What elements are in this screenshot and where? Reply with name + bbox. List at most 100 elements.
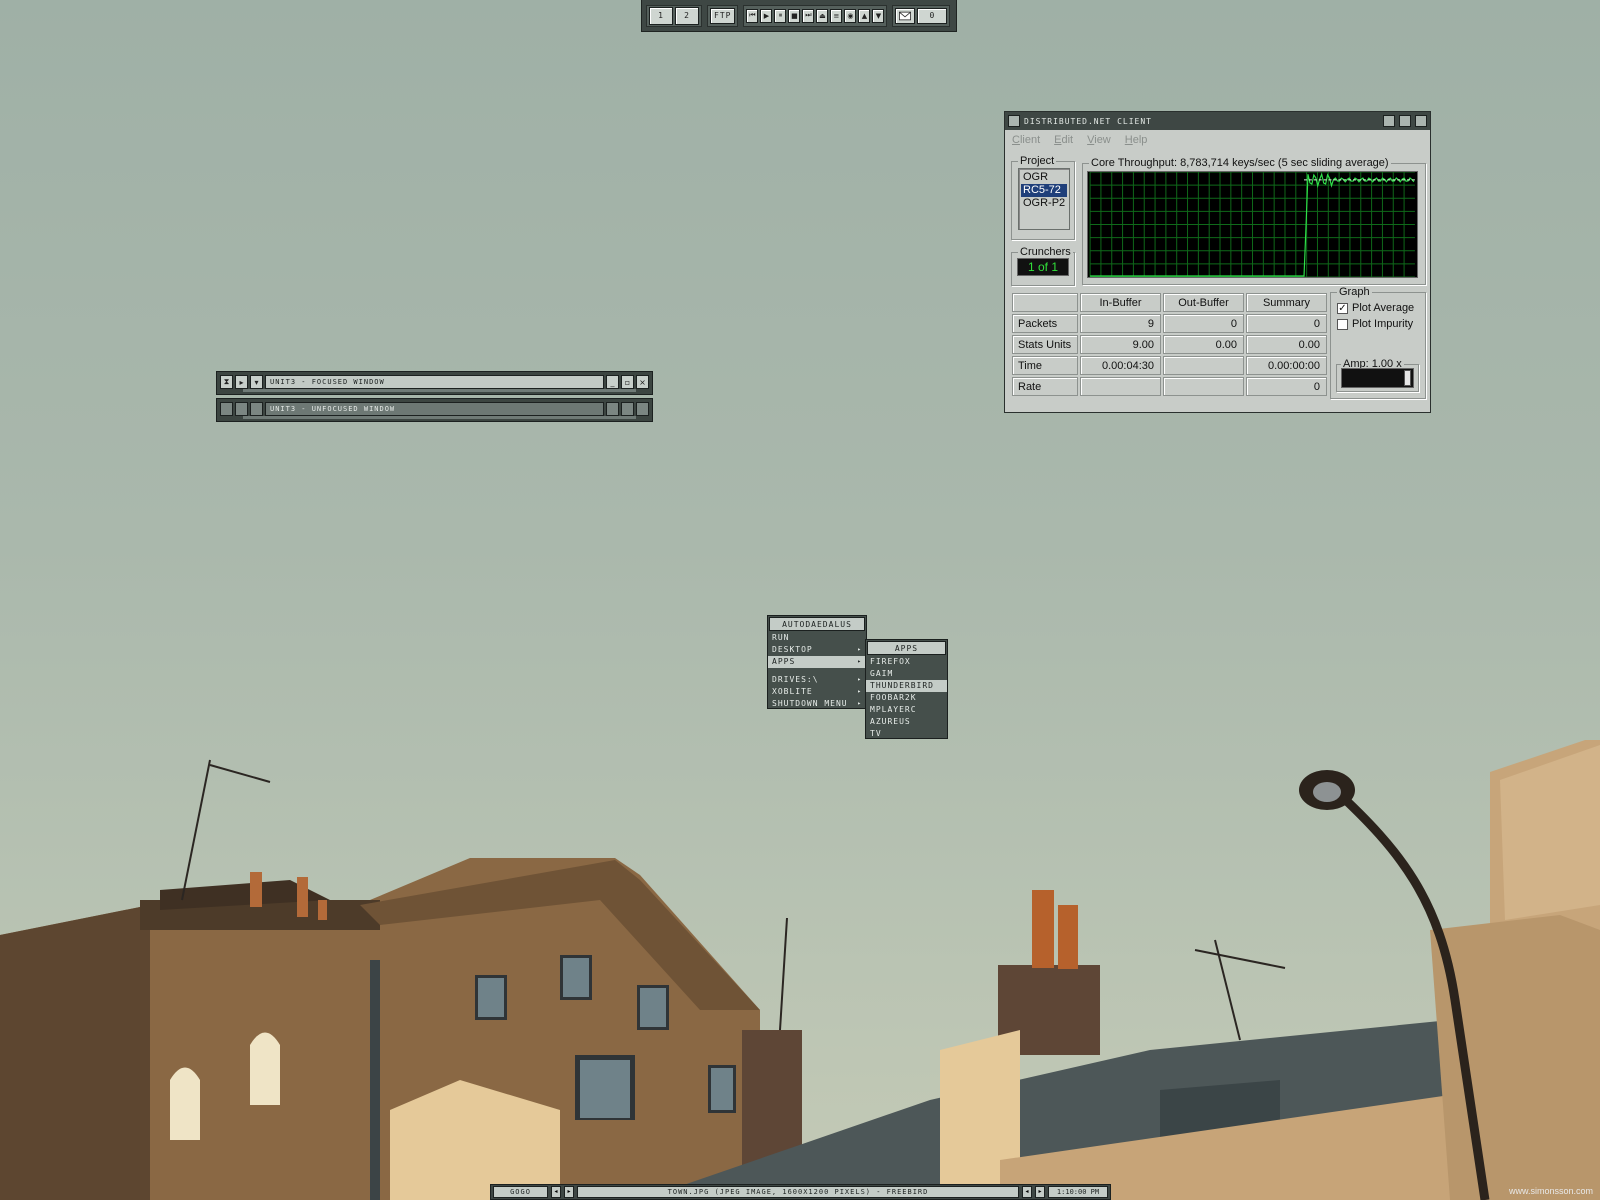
window-title[interactable]: unit3 - unfocused window — [265, 402, 604, 416]
menu-item-run[interactable]: Run — [768, 632, 866, 644]
clock: 1:10:00 PM — [1048, 1186, 1108, 1198]
menu-item-firefox[interactable]: Firefox — [866, 656, 947, 668]
menu-item-label: Drives:\ — [772, 675, 819, 684]
plot-average-label: Plot Average — [1352, 302, 1415, 314]
pause-icon[interactable]: ⏸ — [774, 8, 787, 23]
plot-impurity-checkbox[interactable] — [1337, 318, 1348, 330]
cell-value: 9.00 — [1080, 335, 1161, 354]
workspace-label[interactable]: GoGo — [493, 1186, 548, 1198]
workspace-2-button[interactable]: 2 — [675, 6, 699, 25]
submenu-arrow-icon: ▸ — [857, 676, 862, 683]
cell-value: 9 — [1080, 314, 1161, 333]
menu-item-xoblite[interactable]: xoblite ▸ — [768, 686, 866, 698]
window-title[interactable]: unit3 - focused window — [265, 375, 604, 389]
maximize-icon[interactable]: ▫ — [621, 375, 634, 389]
ftp-button[interactable]: FTP — [710, 7, 736, 24]
next-icon[interactable]: ⏭ — [802, 8, 815, 23]
minimize-icon[interactable]: _ — [606, 375, 619, 389]
menu-item-tv[interactable]: TV — [866, 728, 947, 740]
menu-item-gaim[interactable]: Gaim — [866, 668, 947, 680]
menu-item-mplayerc[interactable]: MPlayerC — [866, 704, 947, 716]
crunchers-value: 1 of 1 — [1017, 258, 1069, 276]
window-resize-bar[interactable] — [243, 416, 636, 419]
previous-icon[interactable]: ⏮ — [746, 8, 759, 23]
root-menu-title: autoDaedalus — [769, 617, 865, 631]
active-task-button[interactable]: town.jpg (JPEG Image, 1600x1200 pixels) … — [577, 1186, 1019, 1198]
dnet-titlebar[interactable]: distributed.net client — [1005, 112, 1430, 130]
mail-count: 0 — [917, 7, 948, 24]
amp-group: Amp: 1.00 x — [1336, 358, 1419, 392]
shade-icon[interactable]: ▾ — [250, 375, 263, 389]
window-menu-icon[interactable] — [1008, 115, 1020, 127]
menu-item-desktop[interactable]: Desktop ▸ — [768, 644, 866, 656]
menu-item-drives[interactable]: Drives:\ ▸ — [768, 674, 866, 686]
mail-icon[interactable] — [895, 7, 916, 24]
apps-menu-title: Apps — [867, 641, 946, 655]
project-item-ogr-p2[interactable]: OGR-P2 — [1021, 197, 1067, 210]
stop-icon[interactable]: ■ — [788, 8, 801, 23]
workspace-1-button[interactable]: 1 — [649, 6, 673, 25]
menu-item-label: Run — [772, 633, 790, 642]
row-label: Time — [1012, 356, 1078, 375]
unfocused-window[interactable]: unit3 - unfocused window — [216, 398, 653, 422]
menu-item-azureus[interactable]: Azureus — [866, 716, 947, 728]
menu-help[interactable]: Help — [1125, 134, 1148, 146]
maximize-icon[interactable] — [621, 402, 634, 416]
play-icon[interactable]: ▶ — [760, 8, 773, 23]
graph-grid — [1089, 172, 1415, 277]
throughput-graph — [1087, 171, 1418, 278]
window-menu-icon[interactable] — [220, 402, 233, 416]
volume-down-icon[interactable]: ▼ — [872, 8, 885, 23]
workspace-next-icon[interactable]: ▸ — [564, 1186, 574, 1198]
window-resize-bar[interactable] — [243, 389, 636, 392]
focused-window[interactable]: ⧗ ▸ ▾ unit3 - focused window _ ▫ × — [216, 371, 653, 395]
workspace-switcher: 1 2 — [646, 4, 702, 27]
cell-value: 0 — [1163, 314, 1244, 333]
repeat-icon[interactable]: ◉ — [844, 8, 857, 23]
crunchers-group: Crunchers 1 of 1 — [1011, 246, 1075, 286]
close-icon[interactable]: × — [636, 375, 649, 389]
cell-value: 0.00:00:00 — [1246, 356, 1327, 375]
window-menu-icon[interactable]: ⧗ — [220, 375, 233, 389]
workspace-prev-icon[interactable]: ◂ — [551, 1186, 561, 1198]
graph-options-label: Graph — [1339, 286, 1370, 298]
throughput-group: Core Throughput: 8,783,714 keys/sec (5 s… — [1082, 157, 1426, 285]
project-item-rc5-72[interactable]: RC5-72 — [1021, 184, 1067, 197]
volume-up-icon[interactable]: ▲ — [858, 8, 871, 23]
plot-average-option[interactable]: ✓ Plot Average — [1337, 302, 1425, 314]
maximize-icon[interactable] — [1399, 115, 1411, 127]
menu-item-apps[interactable]: Apps ▸ — [768, 656, 866, 668]
amp-slider[interactable] — [1341, 368, 1414, 388]
shade-icon[interactable] — [250, 402, 263, 416]
dnet-menubar: Client Edit View Help — [1005, 130, 1430, 150]
menu-client[interactable]: Client — [1012, 134, 1040, 146]
stick-icon[interactable]: ▸ — [235, 375, 248, 389]
project-list[interactable]: OGR RC5-72 OGR-P2 — [1018, 168, 1070, 230]
column-header-summary: Summary — [1246, 293, 1327, 312]
taskbar: GoGo ◂ ▸ town.jpg (JPEG Image, 1600x1200… — [490, 1184, 1111, 1200]
submenu-arrow-icon: ▸ — [857, 658, 862, 665]
menu-view[interactable]: View — [1087, 134, 1111, 146]
task-prev-icon[interactable]: ◂ — [1022, 1186, 1032, 1198]
stick-icon[interactable] — [235, 402, 248, 416]
minimize-icon[interactable] — [606, 402, 619, 416]
close-icon[interactable] — [636, 402, 649, 416]
menu-edit[interactable]: Edit — [1054, 134, 1073, 146]
project-item-ogr[interactable]: OGR — [1021, 171, 1067, 184]
menu-item-label: xoblite — [772, 687, 813, 696]
task-next-icon[interactable]: ▸ — [1035, 1186, 1045, 1198]
playlist-icon[interactable]: ≡ — [830, 8, 843, 23]
menu-item-shutdown[interactable]: Shutdown Menu ▸ — [768, 698, 866, 710]
menu-item-thunderbird[interactable]: Thunderbird — [866, 680, 947, 692]
plot-impurity-option[interactable]: Plot Impurity — [1337, 318, 1425, 330]
plot-average-checkbox[interactable]: ✓ — [1337, 302, 1348, 314]
eject-icon[interactable]: ⏏ — [816, 8, 829, 23]
table-row: Stats Units 9.00 0.00 0.00 — [1012, 335, 1327, 354]
minimize-icon[interactable] — [1383, 115, 1395, 127]
menu-item-foobar2k[interactable]: Foobar2k — [866, 692, 947, 704]
submenu-arrow-icon: ▸ — [857, 688, 862, 695]
close-icon[interactable] — [1415, 115, 1427, 127]
submenu-arrow-icon: ▸ — [857, 700, 862, 707]
amp-slider-handle[interactable] — [1404, 370, 1411, 386]
cell-value: 0.00:04:30 — [1080, 356, 1161, 375]
